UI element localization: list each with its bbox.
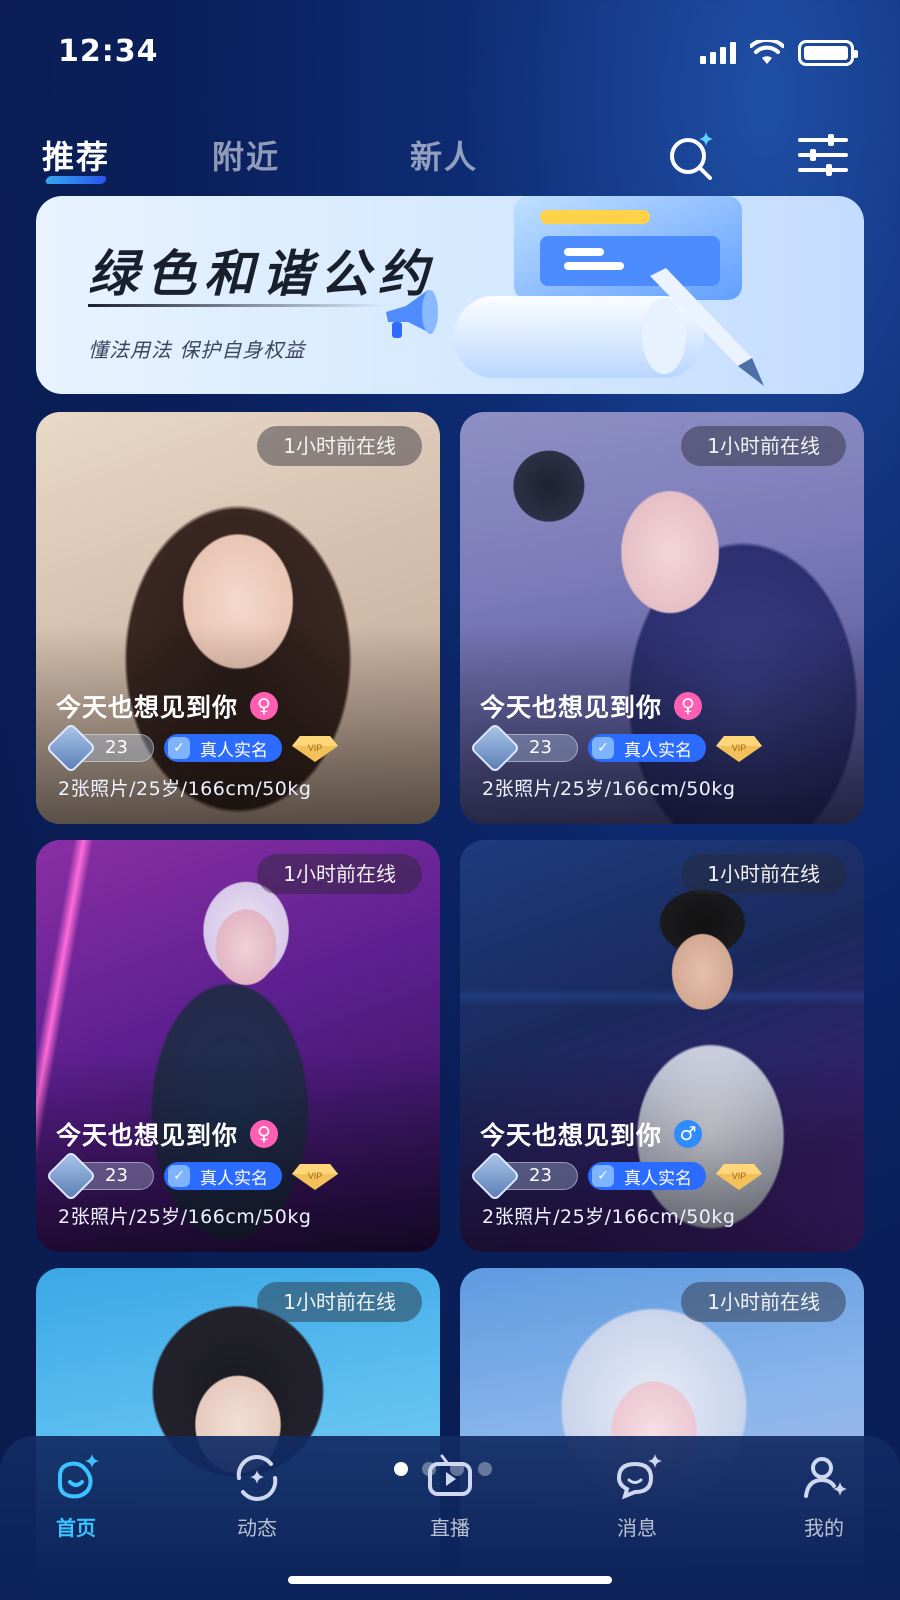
search-sparkle-icon[interactable] xyxy=(664,128,718,182)
profile-stats: 2张照片/25岁/166cm/50kg xyxy=(58,778,312,800)
tabbar-messages[interactable]: 消息 xyxy=(577,1452,697,1541)
megaphone-icon xyxy=(386,290,438,338)
online-status-badge: 1小时前在线 xyxy=(681,854,846,894)
tabbar-live[interactable]: 直播 xyxy=(390,1452,510,1541)
badge-row: 23 ✓ 真人实名 VIP xyxy=(469,722,762,774)
badge-row: 23 ✓ 真人实名 VIP xyxy=(469,1150,762,1202)
status-icons xyxy=(700,40,858,66)
profile-stats: 2张照片/25岁/166cm/50kg xyxy=(58,1206,312,1228)
svg-text:VIP: VIP xyxy=(732,1171,747,1181)
profile-card[interactable]: 1小时前在线 今天也想见到你 ♀ 23 ✓ 真人实名 VIP 2张照片/25岁/1… xyxy=(460,412,864,824)
online-status-badge: 1小时前在线 xyxy=(257,1282,422,1322)
badge-row: 23 ✓ 真人实名 VIP xyxy=(45,722,338,774)
profile-icon xyxy=(804,1457,847,1498)
tabbar-label: 动态 xyxy=(237,1516,277,1540)
tab-nearby[interactable]: 附近 xyxy=(212,132,280,178)
profile-name: 今天也想见到你 xyxy=(56,693,239,722)
check-icon: ✓ xyxy=(168,1165,190,1187)
profile-name: 今天也想见到你 xyxy=(480,1121,663,1150)
vip-diamond-icon: VIP xyxy=(292,736,338,762)
filter-sliders-icon[interactable] xyxy=(796,128,850,182)
profile-card[interactable]: 1小时前在线 今天也想见到你 ♀ 23 ✓ 真人实名 VIP 2张照片/25岁/1… xyxy=(36,412,440,824)
female-gender-icon: ♀ xyxy=(674,692,703,720)
top-nav: 推荐 附近 新人 xyxy=(0,120,900,180)
profile-card[interactable]: 1小时前在线 今天也想见到你 ♂ 23 ✓ 真人实名 VIP 2张照片/25岁/1… xyxy=(460,840,864,1252)
online-status-badge: 1小时前在线 xyxy=(257,426,422,466)
green-convention-banner[interactable]: 绿色和谐公约 懂法用法 保护自身权益 xyxy=(36,196,864,394)
document-pen-illustration xyxy=(454,196,764,386)
badge-row: 23 ✓ 真人实名 VIP xyxy=(45,1150,338,1202)
verified-badge: ✓ 真人实名 xyxy=(164,1162,282,1190)
tab-recommend[interactable]: 推荐 xyxy=(42,132,110,178)
verified-badge: ✓ 真人实名 xyxy=(588,734,706,762)
level-badge: 23 xyxy=(469,1150,578,1202)
check-icon: ✓ xyxy=(168,737,190,759)
male-gender-icon: ♂ xyxy=(674,1120,703,1148)
vip-diamond-icon: VIP xyxy=(292,1164,338,1190)
name-row: 今天也想见到你 ♀ xyxy=(56,688,279,724)
female-gender-icon: ♀ xyxy=(250,692,279,720)
wifi-icon xyxy=(750,40,784,64)
online-status-badge: 1小时前在线 xyxy=(257,854,422,894)
profile-name: 今天也想见到你 xyxy=(56,1121,239,1150)
tabbar-home[interactable]: 首页 xyxy=(16,1452,136,1541)
verified-badge: ✓ 真人实名 xyxy=(164,734,282,762)
tabbar-moments[interactable]: 动态 xyxy=(197,1452,317,1541)
tabbar-label: 首页 xyxy=(56,1516,96,1540)
svg-text:VIP: VIP xyxy=(308,1171,323,1181)
tab-newcomers[interactable]: 新人 xyxy=(410,132,478,178)
level-badge: 23 xyxy=(469,722,578,774)
check-icon: ✓ xyxy=(592,737,614,759)
banner-subtitle: 懂法用法 保护自身权益 xyxy=(88,338,306,362)
home-icon xyxy=(58,1454,99,1499)
svg-text:VIP: VIP xyxy=(732,743,747,753)
profile-name: 今天也想见到你 xyxy=(480,693,663,722)
status-time: 12:34 xyxy=(58,34,159,69)
name-row: 今天也想见到你 ♂ xyxy=(480,1116,703,1152)
tabbar-profile[interactable]: 我的 xyxy=(764,1452,884,1541)
live-icon xyxy=(428,1454,472,1496)
level-badge: 23 xyxy=(45,1150,154,1202)
name-row: 今天也想见到你 ♀ xyxy=(56,1116,279,1152)
profile-stats: 2张照片/25岁/166cm/50kg xyxy=(482,1206,736,1228)
vip-diamond-icon: VIP xyxy=(716,1164,762,1190)
message-icon xyxy=(616,1454,662,1500)
name-row: 今天也想见到你 ♀ xyxy=(480,688,703,724)
moments-icon xyxy=(236,1455,278,1501)
level-badge: 23 xyxy=(45,722,154,774)
profile-card[interactable]: 1小时前在线 今天也想见到你 ♀ 23 ✓ 真人实名 VIP 2张照片/25岁/1… xyxy=(36,840,440,1252)
verified-badge: ✓ 真人实名 xyxy=(588,1162,706,1190)
home-indicator[interactable] xyxy=(288,1576,612,1584)
tabbar-label: 我的 xyxy=(804,1516,844,1540)
cellular-signal-icon xyxy=(700,42,736,64)
profile-stats: 2张照片/25岁/166cm/50kg xyxy=(482,778,736,800)
svg-text:VIP: VIP xyxy=(308,743,323,753)
vip-diamond-icon: VIP xyxy=(716,736,762,762)
battery-icon xyxy=(798,40,858,66)
online-status-badge: 1小时前在线 xyxy=(681,426,846,466)
online-status-badge: 1小时前在线 xyxy=(681,1282,846,1322)
tabbar-label: 直播 xyxy=(430,1516,470,1540)
female-gender-icon: ♀ xyxy=(250,1120,279,1148)
check-icon: ✓ xyxy=(592,1165,614,1187)
banner-divider xyxy=(88,304,388,307)
status-bar: 12:34 xyxy=(0,0,900,110)
tabbar-label: 消息 xyxy=(617,1516,657,1540)
